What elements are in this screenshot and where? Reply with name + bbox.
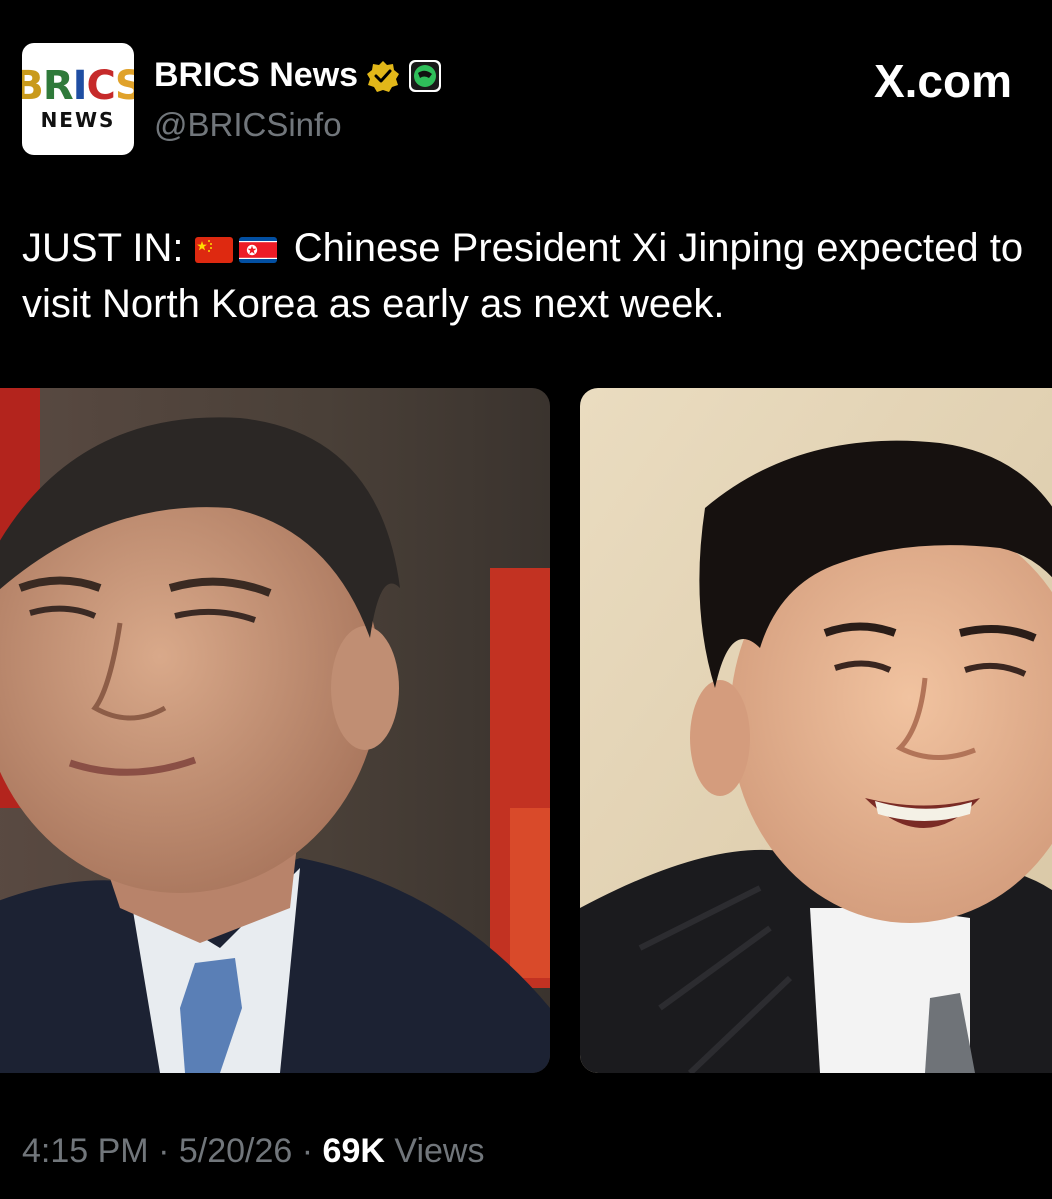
meta-separator: · [158,1132,170,1170]
display-name[interactable]: BRICS News [154,56,358,95]
tweet-date[interactable]: 5/20/26 [179,1132,292,1170]
verified-gold-badge-icon [366,59,400,93]
affiliate-badge-icon [408,59,442,93]
news-logo-text: NEWS [40,108,116,132]
china-flag-icon [194,237,233,263]
portrait-photo-right-image [580,388,1052,1073]
brics-logo-text: BRICS [22,63,134,109]
portrait-photo-left-image [0,388,550,1073]
author-name-row[interactable]: BRICS News [154,56,442,95]
source-label: X.com [873,55,1012,107]
account-handle[interactable]: @BRICSinfo [154,106,342,144]
portrait-photo-left[interactable] [0,388,550,1073]
north-korea-flag-icon [238,237,277,263]
portrait-photo-right[interactable] [580,388,1052,1073]
meta-separator: · [301,1132,314,1170]
views-label: Views [394,1132,485,1170]
account-avatar[interactable]: BRICS NEWS [22,43,134,155]
source-watermark: X.com [874,54,1012,108]
tweet-text: JUST IN: Chinese President Xi Jinping ex… [22,220,1032,332]
tweet-meta: 4:15 PM · 5/20/26 · 69K Views [22,1132,484,1171]
views-count: 69K [322,1132,385,1170]
tweet-time[interactable]: 4:15 PM [22,1132,149,1170]
tweet-prefix: JUST IN: [22,226,184,270]
